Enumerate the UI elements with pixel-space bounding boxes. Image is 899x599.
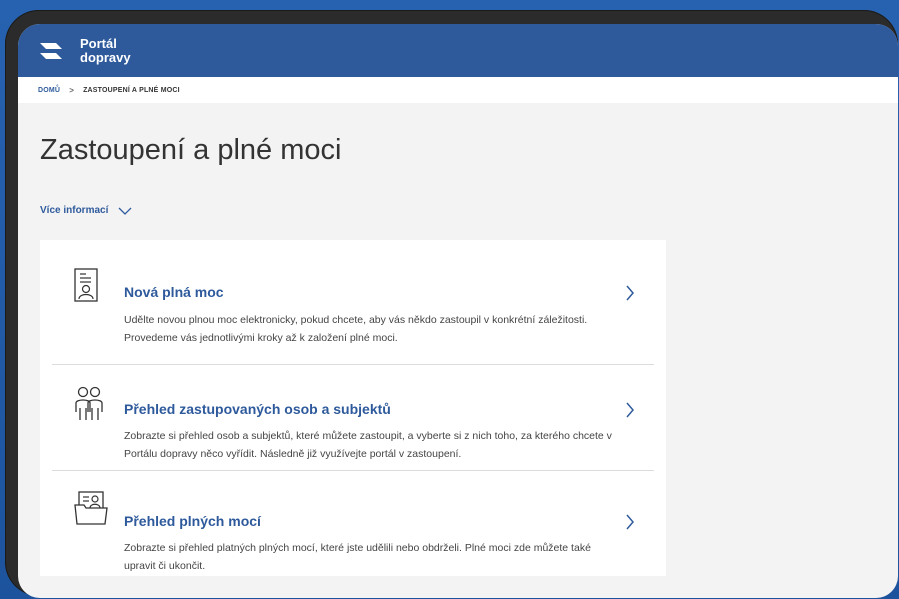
item-description: Udělte novou plnou moc elektronicky, pok… (124, 314, 588, 344)
item-title: Nová plná moc (124, 284, 224, 300)
chevron-right-icon (626, 285, 634, 301)
more-info-toggle[interactable]: Více informací (40, 205, 132, 216)
id-card-icon (74, 268, 98, 302)
screen: Portál dopravy DOMŮ > ZASTOUPENÍ A PLNÉ … (18, 24, 898, 598)
list-item-powers-of-attorney-overview[interactable]: Přehled plných mocí Zobrazte si přehled … (40, 471, 666, 576)
folder-card-icon (74, 491, 108, 525)
chevron-down-icon (118, 207, 132, 215)
item-description: Zobrazte si přehled platných plných mocí… (124, 542, 591, 572)
chevron-right-icon (626, 402, 634, 418)
item-description: Zobrazte si přehled osob a subjektů, kte… (124, 430, 612, 460)
options-card: Nová plná moc Udělte novou plnou moc ele… (40, 240, 666, 576)
list-item-represented-persons[interactable]: Přehled zastupovaných osob a subjektů Zo… (40, 365, 666, 470)
chevron-right-icon (626, 514, 634, 530)
breadcrumb-separator: > (69, 85, 75, 95)
list-item-new-power-of-attorney[interactable]: Nová plná moc Udělte novou plnou moc ele… (40, 240, 666, 352)
logo-text[interactable]: Portál dopravy (80, 35, 131, 65)
item-title: Přehled zastupovaných osob a subjektů (124, 401, 391, 417)
item-title: Přehled plných mocí (124, 513, 261, 529)
breadcrumb: DOMŮ > ZASTOUPENÍ A PLNÉ MOCI (18, 77, 898, 103)
app-header: Portál dopravy (18, 24, 898, 77)
tablet-frame: Portál dopravy DOMŮ > ZASTOUPENÍ A PLNÉ … (5, 10, 898, 598)
page-title: Zastoupení a plné moci (40, 134, 342, 166)
people-icon (75, 386, 103, 420)
portal-logo-icon[interactable] (38, 40, 66, 62)
logo-line-2: dopravy (80, 49, 131, 65)
breadcrumb-current: ZASTOUPENÍ A PLNÉ MOCI (83, 86, 180, 94)
breadcrumb-home-link[interactable]: DOMŮ (38, 87, 60, 94)
logo-line-1: Portál (80, 35, 117, 51)
more-info-label: Více informací (40, 205, 109, 216)
